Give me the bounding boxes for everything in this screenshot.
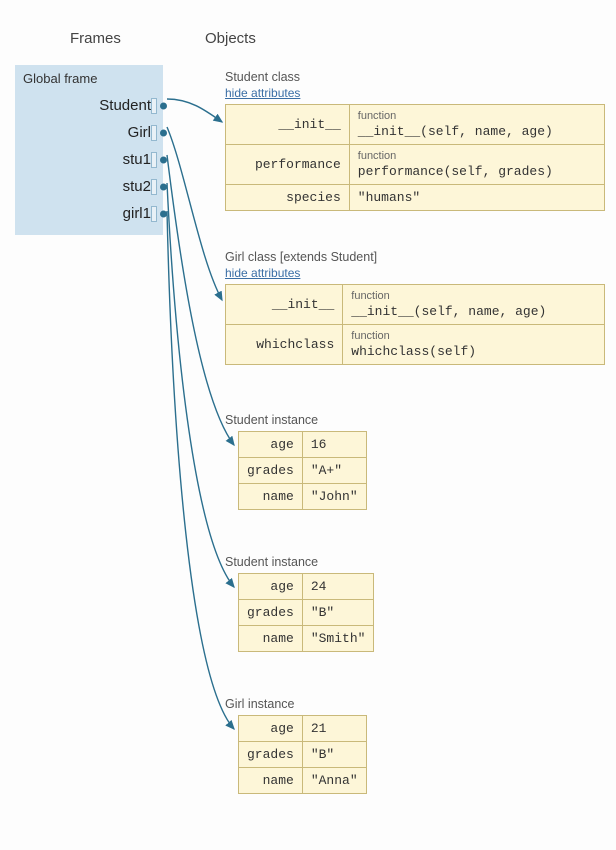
function-signature: __init__(self, name, age) (351, 304, 546, 319)
attr-val: function __init__(self, name, age) (343, 285, 605, 325)
var-slot (151, 206, 157, 222)
attr-val: 24 (302, 574, 374, 600)
attr-key: name (239, 768, 303, 794)
student-class-table: __init__ function __init__(self, name, a… (225, 104, 605, 211)
var-student: Student (23, 92, 155, 119)
student-instance-table: age 24 grades "B" name "Smith" (238, 573, 374, 652)
table-row: age 21 (239, 716, 367, 742)
attr-key: whichclass (226, 325, 343, 365)
var-girl1: girl1 (23, 200, 155, 227)
student-class-label: Student class (225, 70, 300, 84)
global-frame: Global frame Student Girl stu1 stu2 girl… (15, 65, 163, 235)
table-row: age 16 (239, 432, 367, 458)
var-label: Girl (128, 124, 151, 141)
attr-val: "humans" (349, 185, 604, 211)
var-slot (151, 179, 157, 195)
attr-key: name (239, 484, 303, 510)
student-instance-label: Student instance (225, 413, 318, 427)
table-row: age 24 (239, 574, 374, 600)
attr-val: "B" (302, 742, 366, 768)
attr-val: 21 (302, 716, 366, 742)
arrow-student (167, 99, 222, 122)
attr-val: 16 (302, 432, 366, 458)
table-row: name "John" (239, 484, 367, 510)
arrow-girl (167, 127, 222, 300)
student-instance-label: Student instance (225, 555, 318, 569)
var-girl: Girl (23, 119, 155, 146)
attr-key: performance (226, 145, 350, 185)
attr-key: __init__ (226, 285, 343, 325)
var-label: stu2 (123, 178, 151, 195)
attr-key: age (239, 432, 303, 458)
function-label: function (358, 110, 596, 122)
table-row: species "humans" (226, 185, 605, 211)
attr-key: grades (239, 600, 303, 626)
global-frame-title: Global frame (23, 71, 155, 86)
var-stu2: stu2 (23, 173, 155, 200)
var-slot (151, 98, 157, 114)
table-row: __init__ function __init__(self, name, a… (226, 105, 605, 145)
objects-heading: Objects (205, 30, 256, 47)
attr-val: function performance(self, grades) (349, 145, 604, 185)
table-row: name "Anna" (239, 768, 367, 794)
var-label: Student (99, 97, 151, 114)
student-instance-table: age 16 grades "A+" name "John" (238, 431, 367, 510)
attr-key: __init__ (226, 105, 350, 145)
attr-key: species (226, 185, 350, 211)
attr-val: "B" (302, 600, 374, 626)
attr-key: grades (239, 742, 303, 768)
hide-attributes-link[interactable]: hide attributes (225, 86, 300, 100)
var-slot (151, 125, 157, 141)
attr-val: "Smith" (302, 626, 374, 652)
function-signature: performance(self, grades) (358, 164, 553, 179)
attr-val: function __init__(self, name, age) (349, 105, 604, 145)
table-row: grades "B" (239, 600, 374, 626)
attr-val: "John" (302, 484, 366, 510)
attr-key: grades (239, 458, 303, 484)
attr-key: name (239, 626, 303, 652)
table-row: name "Smith" (239, 626, 374, 652)
table-row: whichclass function whichclass(self) (226, 325, 605, 365)
frames-heading: Frames (70, 30, 121, 47)
attr-val: "A+" (302, 458, 366, 484)
attr-val: function whichclass(self) (343, 325, 605, 365)
var-stu1: stu1 (23, 146, 155, 173)
pointer-dot (160, 156, 167, 163)
function-label: function (358, 150, 596, 162)
table-row: __init__ function __init__(self, name, a… (226, 285, 605, 325)
table-row: grades "B" (239, 742, 367, 768)
pointer-dot (160, 129, 167, 136)
attr-key: age (239, 716, 303, 742)
girl-class-table: __init__ function __init__(self, name, a… (225, 284, 605, 365)
function-label: function (351, 330, 596, 342)
function-signature: whichclass(self) (351, 344, 476, 359)
attr-val: "Anna" (302, 768, 366, 794)
arrow-girl1 (167, 211, 234, 729)
function-signature: __init__(self, name, age) (358, 124, 553, 139)
attr-key: age (239, 574, 303, 600)
pointer-dot (160, 183, 167, 190)
var-label: stu1 (123, 151, 151, 168)
arrow-stu2 (167, 183, 234, 587)
pointer-dot (160, 210, 167, 217)
girl-instance-label: Girl instance (225, 697, 294, 711)
girl-instance-table: age 21 grades "B" name "Anna" (238, 715, 367, 794)
arrow-stu1 (167, 155, 234, 445)
table-row: grades "A+" (239, 458, 367, 484)
hide-attributes-link[interactable]: hide attributes (225, 266, 300, 280)
girl-class-label: Girl class [extends Student] (225, 250, 377, 264)
table-row: performance function performance(self, g… (226, 145, 605, 185)
pointer-dot (160, 102, 167, 109)
var-label: girl1 (123, 205, 151, 222)
var-slot (151, 152, 157, 168)
function-label: function (351, 290, 596, 302)
